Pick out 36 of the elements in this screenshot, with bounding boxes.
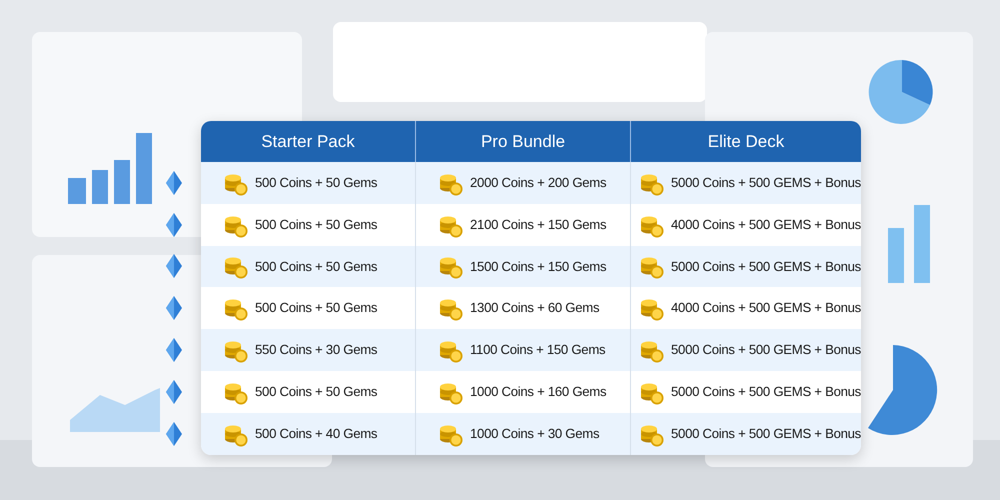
gem-icon [166, 296, 182, 320]
package-contents: 2100 Coins + 150 Gems [470, 216, 606, 234]
package-contents: 500 Coins + 50 Gems [255, 258, 378, 276]
package-contents: 4000 Coins + 500 GEMS + Bonus [671, 299, 861, 318]
package-contents: 500 Coins + 50 Gems [255, 299, 378, 318]
package-contents: 1300 Coins + 60 Gems [470, 299, 600, 318]
package-contents: 5000 Coins + 500 GEMS + Bonus [671, 258, 861, 276]
package-contents: 5000 Coins + 500 GEMS + Bonus [671, 174, 861, 192]
package-contents: 5000 Coins + 500 GEMS + Bonus [671, 382, 861, 401]
chart-bar [888, 228, 904, 283]
gem-icon [166, 170, 182, 195]
chart-bar [136, 133, 152, 204]
chart-bar [114, 160, 130, 204]
gem-icon [166, 212, 182, 237]
package-contents: 500 Coins + 50 Gems [255, 382, 378, 401]
gem-icon [166, 338, 182, 362]
column-header: Starter Pack [261, 130, 355, 153]
package-contents: 500 Coins + 50 Gems [255, 216, 378, 234]
gem-icon [166, 380, 182, 404]
column-header: Pro Bundle [480, 130, 566, 153]
column-header: Elite Deck [708, 130, 784, 153]
package-contents: 5000 Coins + 500 GEMS + Bonus [671, 424, 861, 443]
package-contents: 500 Coins + 40 Gems [255, 424, 378, 443]
package-contents: 4000 Coins + 500 GEMS + Bonus [671, 216, 861, 234]
gem-icon [166, 254, 182, 278]
package-contents: 1000 Coins + 160 Gems [470, 382, 606, 401]
package-contents: 1000 Coins + 30 Gems [470, 424, 600, 443]
gem-icon [166, 422, 182, 446]
chart-bar [92, 170, 108, 204]
chart-bar [68, 178, 86, 204]
package-contents: 550 Coins + 30 Gems [255, 341, 378, 360]
package-contents: 1500 Coins + 150 Gems [470, 258, 606, 276]
package-contents: 5000 Coins + 500 GEMS + Bonus [671, 341, 861, 360]
package-contents: 2000 Coins + 200 Gems [470, 174, 606, 192]
package-contents: 1100 Coins + 150 Gems [470, 341, 606, 360]
package-contents: 500 Coins + 50 Gems [255, 174, 378, 192]
